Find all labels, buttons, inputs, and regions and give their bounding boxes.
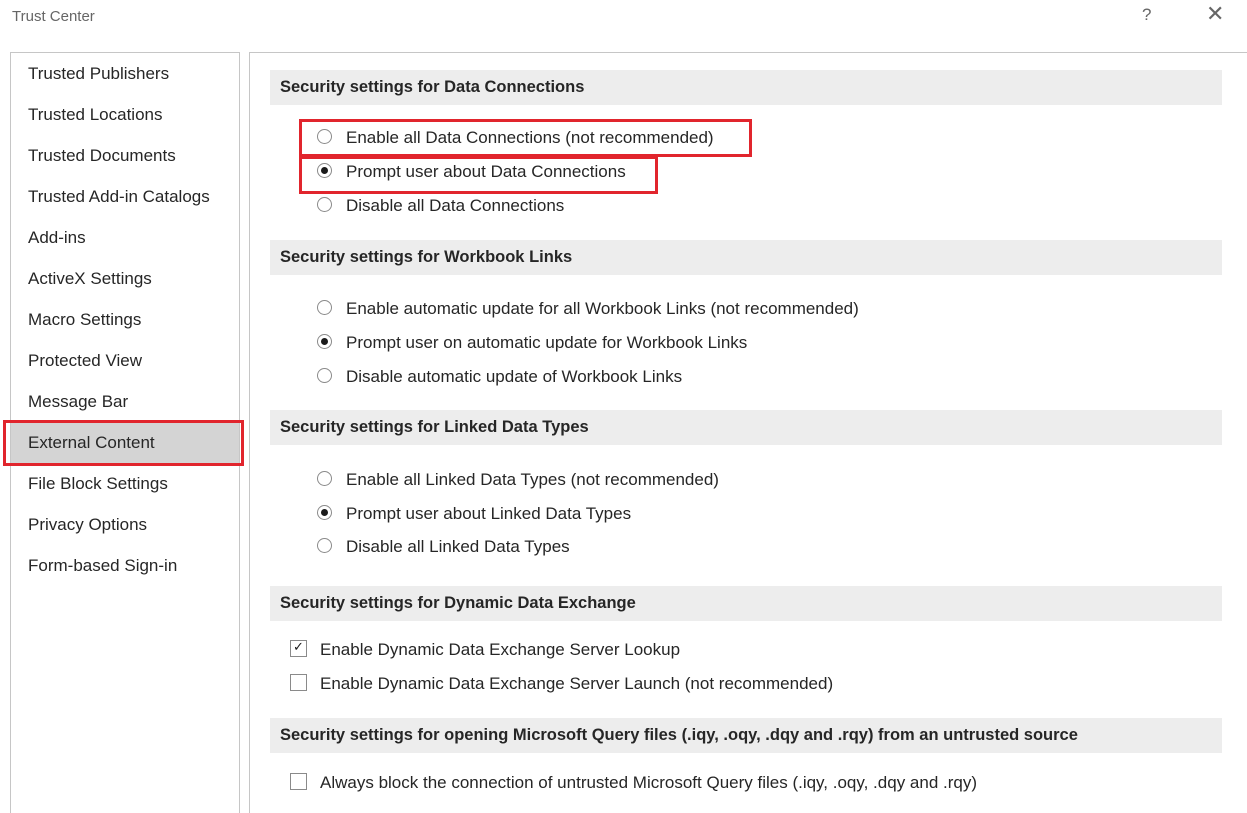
dialog-title: Trust Center [12,8,95,25]
radio-disable-linked-data-types[interactable]: Disable all Linked Data Types [317,535,570,559]
radio-disable-all-data-connections[interactable]: Disable all Data Connections [317,194,564,218]
radio-button[interactable] [317,538,332,554]
checkbox-checked[interactable]: ✓ [290,640,307,658]
radio-button[interactable] [317,471,332,487]
section-header-data-connections: Security settings for Data Connections [270,70,1222,105]
option-label: Enable all Data Connections (not recomme… [346,128,714,147]
radio-prompt-workbook-links[interactable]: Prompt user on automatic update for Work… [317,331,747,355]
radio-prompt-linked-data-types[interactable]: Prompt user about Linked Data Types [317,502,631,526]
checkbox[interactable] [290,773,307,791]
sidebar-item-protected-view[interactable]: Protected View [11,341,239,381]
option-label: Prompt user about Data Connections [346,162,626,181]
sidebar-item-add-ins[interactable]: Add-ins [11,218,239,258]
sidebar-item-trusted-add-in-catalogs[interactable]: Trusted Add-in Catalogs [11,177,239,217]
radio-enable-linked-data-types[interactable]: Enable all Linked Data Types (not recomm… [317,468,719,492]
radio-button-checked[interactable] [317,505,332,521]
option-label: Enable all Linked Data Types (not recomm… [346,470,719,489]
option-label: Disable all Linked Data Types [346,537,570,556]
option-label: Disable all Data Connections [346,196,565,215]
radio-button-checked[interactable] [317,163,332,179]
option-label: Enable Dynamic Data Exchange Server Look… [320,640,681,659]
section-header-dde: Security settings for Dynamic Data Excha… [270,586,1222,621]
help-button[interactable]: ? [1142,5,1151,25]
sidebar-item-privacy-options[interactable]: Privacy Options [11,505,239,545]
section-header-query-files: Security settings for opening Microsoft … [270,718,1222,753]
title-bar: Trust Center ? ✕ [0,0,1247,36]
sidebar-item-message-bar[interactable]: Message Bar [11,382,239,422]
sidebar-item-file-block-settings[interactable]: File Block Settings [11,464,239,504]
radio-disable-workbook-links[interactable]: Disable automatic update of Workbook Lin… [317,365,682,389]
sidebar-item-form-based-sign-in[interactable]: Form-based Sign-in [11,546,239,586]
sidebar-item-trusted-documents[interactable]: Trusted Documents [11,136,239,176]
checkbox-dde-server-launch[interactable]: Enable Dynamic Data Exchange Server Laun… [290,672,833,696]
section-header-workbook-links: Security settings for Workbook Links [270,240,1222,275]
checkbox-block-untrusted-query-files[interactable]: Always block the connection of untrusted… [290,771,977,795]
sidebar-item-macro-settings[interactable]: Macro Settings [11,300,239,340]
option-label: Prompt user on automatic update for Work… [346,333,748,352]
option-label: Always block the connection of untrusted… [320,773,977,792]
radio-button[interactable] [317,197,332,213]
radio-enable-workbook-links[interactable]: Enable automatic update for all Workbook… [317,297,859,321]
sidebar-item-trusted-publishers[interactable]: Trusted Publishers [11,54,239,94]
close-icon[interactable]: ✕ [1206,2,1224,27]
radio-enable-all-data-connections[interactable]: Enable all Data Connections (not recomme… [317,126,714,150]
sidebar-item-activex-settings[interactable]: ActiveX Settings [11,259,239,299]
checkbox[interactable] [290,674,307,692]
radio-button-checked[interactable] [317,334,332,350]
sidebar-nav: Trusted Publishers Trusted Locations Tru… [10,52,240,813]
option-label: Prompt user about Linked Data Types [346,504,632,523]
option-label: Enable Dynamic Data Exchange Server Laun… [320,674,834,693]
radio-button[interactable] [317,368,332,384]
sidebar-item-trusted-locations[interactable]: Trusted Locations [11,95,239,135]
checkbox-dde-server-lookup[interactable]: ✓ Enable Dynamic Data Exchange Server Loo… [290,638,680,662]
sidebar-item-external-content[interactable]: External Content [11,423,239,463]
section-header-linked-data-types: Security settings for Linked Data Types [270,410,1222,445]
radio-prompt-data-connections[interactable]: Prompt user about Data Connections [317,160,626,184]
radio-button[interactable] [317,300,332,316]
option-label: Enable automatic update for all Workbook… [346,299,859,318]
radio-button[interactable] [317,129,332,145]
option-label: Disable automatic update of Workbook Lin… [346,367,683,386]
